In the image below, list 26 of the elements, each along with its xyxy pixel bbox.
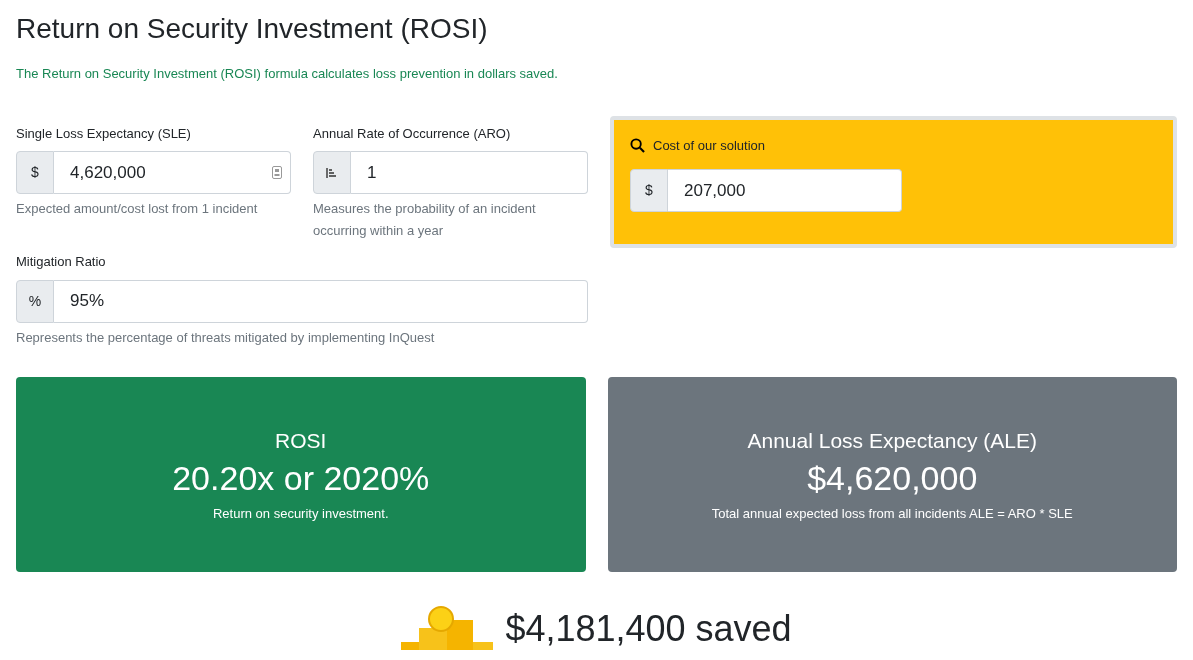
field-label: Mitigation Ratio [16, 253, 107, 271]
page-subtitle: The Return on Security Investment (ROSI) formula calculates loss prevention in dollars saved. [16, 65, 559, 83]
result-caption: Total annual expected loss from all incidents ALE = ARO * SLE [711, 505, 1073, 523]
help-text: Expected amount/cost lost from 1 incident [16, 200, 259, 218]
field-label: Annual Rate of Occurrence (ARO) [313, 124, 512, 143]
contact-card-icon [272, 166, 282, 179]
search-icon [630, 137, 645, 153]
input-field[interactable]: 207,000 [668, 169, 902, 212]
result-value: $4,620,000 [807, 458, 978, 499]
result-title: Annual Loss Expectancy (ALE) [747, 427, 1037, 454]
page-title: Return on Security Investment (ROSI) [16, 12, 489, 46]
cost-label: Cost of our solution [653, 136, 765, 155]
result-value: 20.20x or 2020% [172, 458, 430, 499]
addon-text: $ [630, 169, 668, 212]
help-text: Measures the probability of an incident occurring within a year [313, 200, 537, 240]
savings-amount: $4,181,400 saved [505, 606, 792, 651]
field-label: Single Loss Expectancy (SLE) [16, 124, 192, 143]
result-title: ROSI [275, 427, 327, 454]
addon-text: % [16, 279, 54, 323]
input-field[interactable]: 1 [351, 151, 588, 194]
sort-icon [326, 166, 338, 179]
input-field[interactable]: 95% [54, 279, 588, 323]
addon-text: $ [16, 151, 54, 194]
input-field[interactable]: 4,620,000 [54, 151, 291, 194]
result-caption: Return on security investment. [212, 505, 389, 523]
help-text: Represents the percentage of threats mitigated by implementing InQuest [16, 328, 436, 347]
